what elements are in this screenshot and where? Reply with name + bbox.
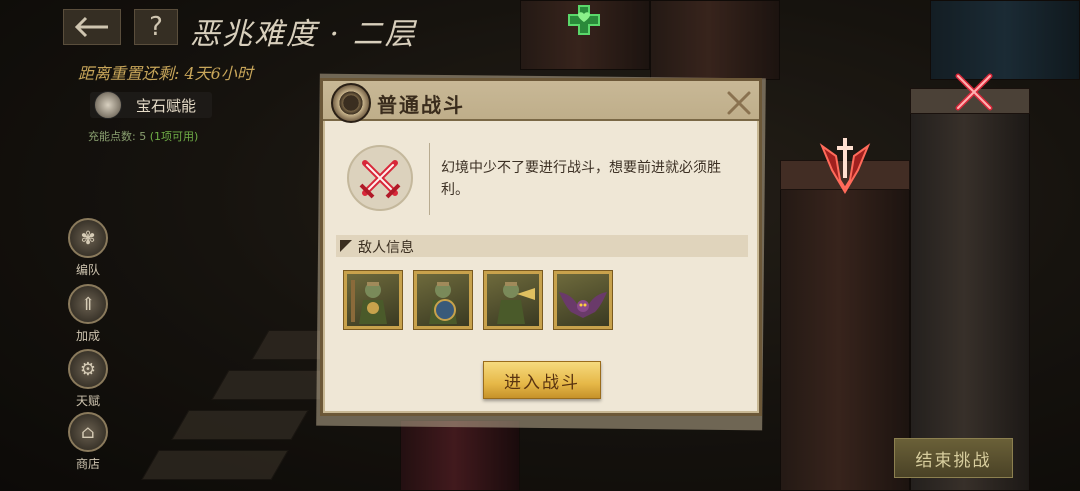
bat-icon	[559, 292, 607, 318]
side-menu-label: 加成	[75, 329, 100, 343]
dialog-header: 普通战斗	[323, 81, 759, 123]
enemy-card-goblin-trumpeter[interactable]	[484, 271, 542, 329]
battle-dialog: 普通战斗 幻境中少不了要进行战斗，想要前进就必须胜利。 敌人信息 进入战斗	[320, 78, 762, 416]
gem-icon	[94, 91, 122, 119]
enemy-info-header: 敌人信息	[336, 235, 748, 257]
end-challenge-button[interactable]: 结束挑战	[894, 438, 1013, 478]
enemy-card-goblin-shield[interactable]	[414, 271, 472, 329]
elite-sword-marker-icon[interactable]	[816, 134, 874, 196]
goblin-shield-icon	[429, 282, 457, 324]
goblin-trumpeter-icon	[497, 282, 535, 324]
gear-icon: ⚙	[68, 349, 108, 389]
side-menu-label: 天赋	[75, 394, 100, 408]
dialog-title: 普通战斗	[377, 93, 465, 117]
battle-marker-icon[interactable]	[946, 66, 1002, 118]
side-menu-label: 商店	[75, 457, 100, 471]
tree-icon: ✾	[68, 218, 108, 258]
side-menu-talent[interactable]: ⚙ 天赋	[66, 349, 110, 409]
charge-available: (1项可用)	[149, 130, 199, 143]
side-menu-formation[interactable]: ✾ 编队	[66, 218, 110, 278]
back-button[interactable]	[63, 9, 121, 45]
divider	[429, 143, 430, 215]
close-icon[interactable]	[725, 89, 753, 117]
page-title: 恶兆难度 · 二层	[190, 17, 417, 52]
help-button[interactable]: ?	[134, 9, 178, 45]
side-menu-label: 编队	[75, 263, 100, 277]
charge-points-value: 充能点数: 5	[88, 130, 147, 143]
charge-points: 充能点数: 5 (1项可用)	[88, 128, 198, 144]
crossed-swords-icon	[347, 145, 413, 211]
arrow-up-icon: ⇑	[68, 284, 108, 324]
enemy-card-bat[interactable]	[554, 271, 612, 329]
side-menu-bonus[interactable]: ⇑ 加成	[66, 284, 110, 344]
enemy-card-goblin-warrior[interactable]	[344, 271, 402, 329]
side-menu-shop[interactable]: ⌂ 商店	[66, 412, 110, 472]
gem-empower-button[interactable]: 宝石赋能	[90, 91, 212, 119]
goblin-warrior-icon	[351, 280, 387, 324]
triangle-icon	[340, 240, 352, 252]
arrow-left-icon	[74, 16, 108, 38]
gem-empower-label: 宝石赋能	[136, 96, 197, 115]
shop-icon: ⌂	[68, 412, 108, 452]
dialog-emblem-icon	[331, 83, 371, 123]
reset-timer: 距离重置还剩: 4天6小时	[78, 64, 253, 83]
enter-battle-button[interactable]: 进入战斗	[483, 361, 601, 399]
heal-cross-icon[interactable]	[562, 2, 606, 38]
battle-description: 幻境中少不了要进行战斗，想要前进就必须胜利。	[441, 160, 721, 198]
enemy-info-title: 敌人信息	[358, 240, 414, 256]
